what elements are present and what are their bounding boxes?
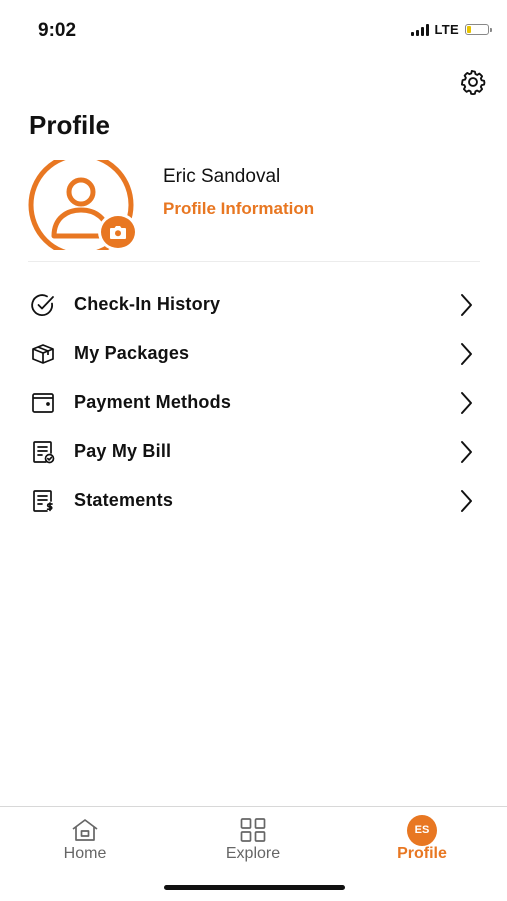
home-icon: [70, 816, 100, 844]
menu-item-my-packages[interactable]: My Packages: [0, 329, 507, 378]
menu-item-statements[interactable]: Statements: [0, 476, 507, 525]
profile-avatar-icon: ES: [407, 814, 437, 846]
status-indicators: LTE: [410, 22, 492, 37]
bill-check-icon: [29, 439, 57, 465]
battery-level: [467, 26, 471, 33]
change-photo-button[interactable]: [98, 213, 138, 251]
tab-label: Explore: [225, 845, 281, 862]
network-type: LTE: [434, 22, 459, 37]
tab-explore[interactable]: Explore: [193, 807, 313, 871]
battery-icon: [465, 24, 492, 35]
menu-item-check-in-history[interactable]: Check-In History: [0, 280, 507, 329]
tab-label: Home: [63, 845, 107, 862]
chevron-right-icon: [461, 490, 472, 512]
avatar-initials: ES: [407, 814, 437, 846]
camera-icon: [110, 225, 126, 239]
gear-icon: [460, 69, 486, 96]
signal-icon: [410, 23, 429, 36]
tab-profile[interactable]: ES Profile: [362, 807, 482, 871]
menu-item-label: My Packages: [74, 343, 190, 363]
chevron-right-icon: [461, 441, 472, 463]
settings-button[interactable]: [457, 66, 489, 98]
tab-home[interactable]: Home: [25, 807, 145, 871]
status-time: 9:02: [38, 20, 77, 41]
menu-item-label: Check-In History: [74, 294, 221, 314]
grid-icon: [238, 816, 268, 844]
profile-information-link[interactable]: Profile Information: [163, 199, 314, 219]
status-bar: 9:02 LTE: [0, 0, 507, 60]
check-circle-icon: [29, 292, 57, 318]
package-icon: [29, 341, 57, 367]
menu-item-label: Pay My Bill: [74, 441, 172, 461]
statement-dollar-icon: [29, 488, 57, 514]
home-indicator: [164, 885, 345, 890]
page-title: Profile: [29, 110, 110, 140]
user-name: Eric Sandoval: [163, 166, 281, 187]
tab-label: Profile: [397, 845, 447, 862]
menu-item-label: Statements: [74, 490, 174, 510]
chevron-right-icon: [461, 294, 472, 316]
chevron-right-icon: [461, 343, 472, 365]
profile-menu: Check-In History My Packages Payment Met…: [0, 280, 507, 525]
menu-item-label: Payment Methods: [74, 392, 232, 412]
divider: [28, 261, 480, 262]
menu-item-payment-methods[interactable]: Payment Methods: [0, 378, 507, 427]
menu-item-pay-my-bill[interactable]: Pay My Bill: [0, 427, 507, 476]
wallet-icon: [29, 390, 57, 416]
chevron-right-icon: [461, 392, 472, 414]
